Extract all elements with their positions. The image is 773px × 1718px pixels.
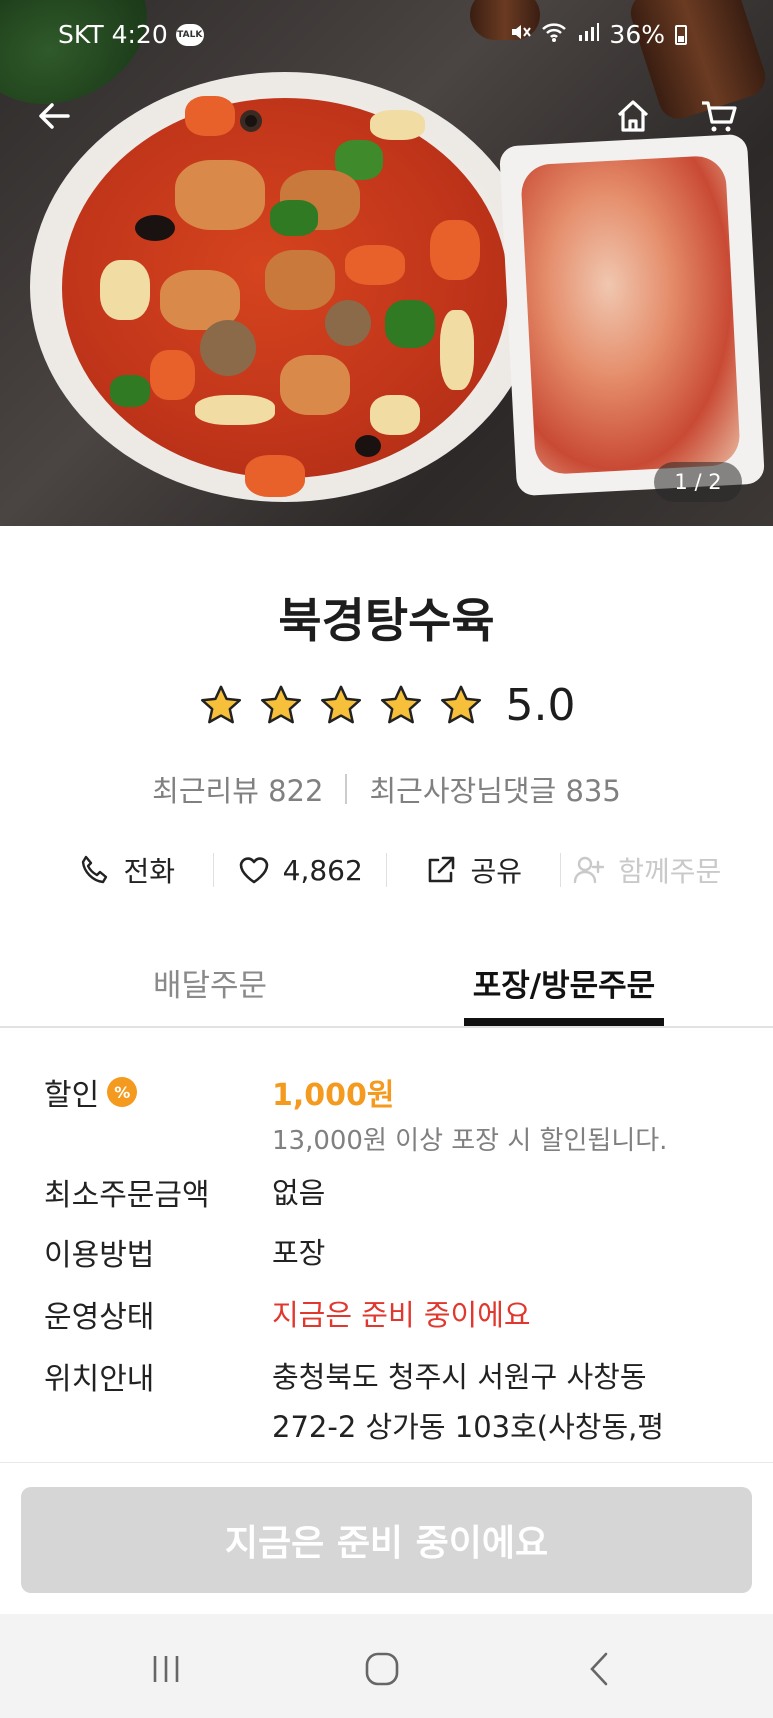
method-value: 포장 [272, 1236, 326, 1270]
like-button[interactable]: 4,862 [214, 853, 387, 887]
group-order-label: 함께주문 [618, 855, 722, 888]
onion-piece [370, 110, 425, 140]
pork-piece [280, 355, 350, 415]
carrot-piece [345, 245, 405, 285]
battery-level: 36% [609, 20, 665, 49]
wifi-icon [541, 20, 567, 49]
back-button[interactable] [28, 90, 80, 142]
phone-icon [82, 855, 108, 884]
olive-piece [355, 435, 381, 457]
recent-apps-icon [153, 1656, 179, 1682]
star-icon [320, 685, 361, 723]
owner-replies-link[interactable]: 최근사장님댓글 835 [369, 768, 620, 810]
kimchi-side-dish [520, 154, 741, 476]
carrot-piece [185, 96, 235, 136]
battery-icon [675, 24, 687, 45]
onion-piece [100, 260, 150, 320]
mushroom-piece [200, 320, 256, 376]
carrot-piece [430, 220, 480, 280]
discount-percent-icon: % [107, 1077, 138, 1107]
arrow-left-icon [39, 103, 70, 129]
min-order-value: 없음 [272, 1176, 326, 1210]
pepper-piece [385, 300, 435, 348]
order-type-tabs: 배달주문 포장/방문주문 [0, 950, 773, 1028]
cart-button[interactable] [693, 90, 745, 142]
method-label: 이용방법 [44, 1238, 155, 1273]
cart-icon [702, 101, 737, 132]
share-icon [429, 856, 455, 883]
store-name: 북경탕수육 [278, 594, 495, 649]
kakaotalk-notification-icon: TALK [175, 23, 204, 46]
carrot-piece [150, 350, 195, 400]
share-button[interactable]: 공유 [387, 850, 560, 890]
order-button-disabled[interactable]: 지금은 준비 중이에요 [21, 1487, 752, 1593]
tab-pickup[interactable]: 포장/방문주문 [464, 960, 664, 1026]
divider [345, 774, 348, 804]
status-label: 운영상태 [44, 1300, 155, 1335]
recent-apps-button[interactable] [136, 1644, 196, 1694]
rating-value: 5.0 [505, 680, 576, 731]
star-icon [440, 685, 481, 723]
discount-note: 13,000원 이상 포장 시 할인됩니다. [272, 1126, 668, 1156]
home-circle-icon [365, 1652, 399, 1686]
group-order-button[interactable]: 함께주문 [561, 850, 734, 890]
back-system-button[interactable] [570, 1644, 630, 1694]
olive-piece [135, 215, 175, 241]
location-line-1: 충청북도 청주시 서원구 사창동 [272, 1360, 647, 1394]
call-label: 전화 [123, 855, 176, 888]
olive-piece [240, 110, 262, 132]
star-icon [260, 685, 301, 723]
status-bar: SKT 4:20 TALK 36% [0, 0, 773, 70]
review-summary: 최근리뷰 822 최근사장님댓글 835 [0, 768, 773, 810]
star-icon [200, 685, 241, 723]
carrier-label: SKT [58, 20, 104, 49]
location-line-2: 272-2 상가동 103호(사창동,평 [272, 1410, 665, 1444]
discount-amount: 1,000원 [272, 1078, 395, 1113]
add-person-icon [574, 856, 605, 884]
image-page-indicator: 1 / 2 [654, 462, 742, 502]
pepper-piece [270, 200, 318, 236]
home-button[interactable] [607, 90, 659, 142]
discount-value: 1,000원 13,000원 이상 포장 시 할인됩니다. [272, 1070, 667, 1157]
hero-image[interactable]: SKT 4:20 TALK 36% 1 / 2 [0, 0, 773, 526]
time-label: 4:20 [111, 20, 168, 49]
onion-piece [370, 395, 420, 435]
chevron-left-icon [590, 1652, 608, 1686]
share-label: 공유 [470, 855, 523, 888]
pork-piece [265, 250, 335, 310]
pork-piece [175, 160, 265, 230]
signal-icon [577, 20, 600, 49]
mushroom-piece [325, 300, 371, 346]
location-value[interactable]: 충청북도 청주시 서원구 사창동 272-2 상가동 103호(사창동,평 [272, 1354, 664, 1446]
home-icon [617, 100, 649, 132]
like-count: 4,862 [282, 853, 363, 887]
system-navigation-bar [0, 1614, 773, 1718]
home-system-button[interactable] [352, 1644, 412, 1694]
heart-icon [239, 857, 268, 884]
rating-row[interactable]: 5.0 [0, 680, 773, 731]
action-row: 전화 4,862 공유 함께주문 [40, 845, 733, 895]
discount-label-group: 할인 % [44, 1070, 138, 1114]
pepper-piece [110, 375, 150, 407]
discount-label: 할인 [44, 1078, 100, 1113]
recent-reviews-link[interactable]: 최근리뷰 822 [152, 768, 323, 810]
star-icon [380, 685, 421, 723]
min-order-label: 최소주문금액 [44, 1178, 210, 1213]
location-label: 위치안내 [44, 1362, 155, 1397]
onion-piece [440, 310, 474, 390]
mute-icon [509, 20, 532, 49]
onion-piece [195, 395, 275, 425]
status-value: 지금은 준비 중이에요 [272, 1298, 531, 1332]
tab-delivery[interactable]: 배달주문 [100, 960, 320, 1005]
carrot-piece [245, 455, 305, 497]
bottom-action-bar: 지금은 준비 중이에요 [0, 1462, 773, 1614]
call-button[interactable]: 전화 [40, 850, 213, 890]
